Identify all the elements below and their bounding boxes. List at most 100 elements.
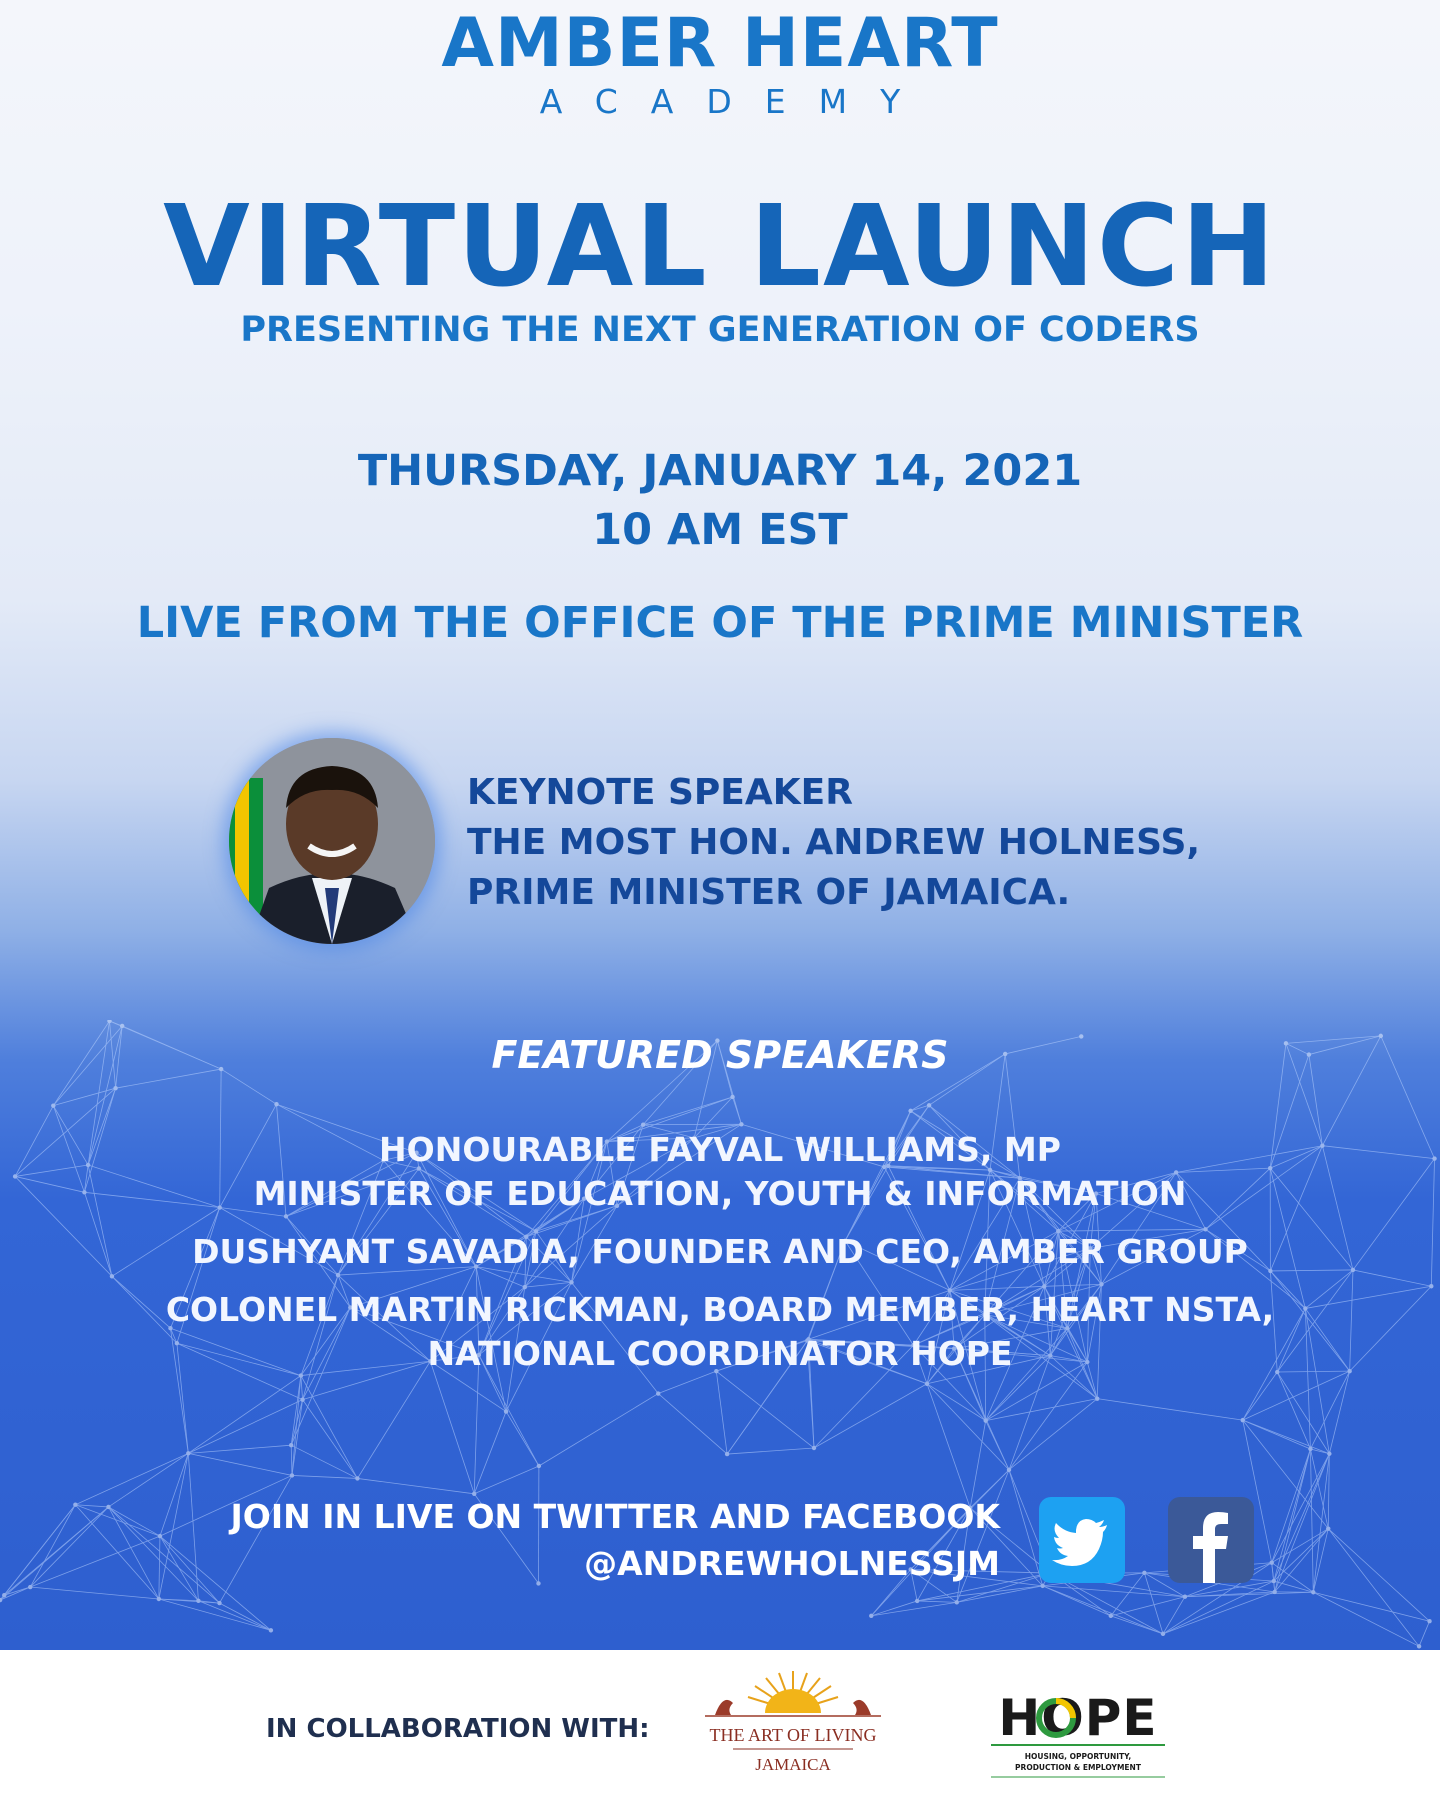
network-line [300,1375,303,1400]
network-node [1327,1451,1332,1456]
network-node [119,1023,125,1029]
network-node [268,1628,274,1633]
network-line [505,1411,540,1467]
network-line [716,1370,815,1449]
keynote-role: PRIME MINISTER OF JAMAICA. [467,872,1071,913]
network-node [536,1463,542,1469]
network-line [956,1585,1043,1603]
brand-name: AMBER HEART [441,4,999,83]
network-line [1242,1371,1278,1421]
network-line [1242,1370,1350,1421]
network-line [291,1444,358,1479]
network-node [217,1600,222,1606]
facebook-icon[interactable] [1168,1497,1254,1583]
hope-logo-tagline-1: HOUSING, OPPORTUNITY, [1025,1752,1132,1761]
network-line [473,1411,507,1494]
network-line [1271,1453,1330,1563]
network-node [1427,1619,1432,1624]
network-line [30,1586,159,1600]
keynote-heading: KEYNOTE SPEAKER [467,772,853,813]
hope-logo: HOPE HOUSING, OPPORTUNITY, PRODUCTION & … [985,1683,1171,1783]
network-line [926,1383,1010,1471]
network-node [1311,1590,1316,1595]
network-node [1108,1613,1114,1619]
network-line [357,1478,475,1495]
network-line [188,1452,293,1476]
join-live-text: JOIN IN LIVE ON TWITTER AND FACEBOOK [230,1497,1000,1536]
network-node [926,1103,932,1108]
hope-logo-word: HOPE [998,1689,1157,1747]
network-node [196,1598,201,1603]
network-line [1097,1398,1243,1421]
network-line [1044,1283,1102,1287]
network-node [641,1122,646,1127]
network-node [186,1451,191,1456]
network-line [474,1465,540,1495]
network-node [51,1103,56,1108]
event-poster: AMBER HEART ACADEMY VIRTUAL LAUNCH PRESE… [0,0,1440,1650]
network-node [1160,1631,1166,1637]
network-node [869,1613,874,1619]
network-line [291,1475,358,1479]
event-location: LIVE FROM THE OFFICE OF THE PRIME MINIST… [136,598,1304,648]
network-node [1272,1589,1277,1595]
speaker-line: DUSHYANT SAVADIA, FOUNDER AND CEO, AMBER… [192,1232,1248,1271]
network-line [1313,1591,1430,1622]
network-node [73,1502,78,1507]
event-tagline: PRESENTING THE NEXT GENERATION OF CODERS [240,310,1200,350]
network-node [1142,1570,1147,1576]
network-line [300,1375,358,1479]
hope-logo-tagline-2: PRODUCTION & EMPLOYMENT [1015,1763,1142,1772]
network-line [29,1504,76,1588]
network-node [355,1476,360,1481]
brand-subtitle: ACADEMY [539,82,934,121]
network-node [983,1418,988,1423]
network-node [1308,1446,1313,1452]
network-node [1182,1594,1188,1599]
featured-speakers-heading: FEATURED SPEAKERS [491,1033,949,1077]
social-handle[interactable]: @ANDREWHOLNESSJM [120,1542,1000,1586]
network-line [1310,1448,1314,1593]
network-node [569,1280,574,1285]
network-line [524,1281,572,1288]
network-line [1110,1596,1186,1617]
network-node [2,1592,7,1598]
network-line [291,1399,303,1476]
art-of-living-logo: THE ART OF LIVING JAMAICA [693,1663,893,1788]
network-line [1273,1580,1314,1593]
network-line [3,1504,76,1596]
network-line [1162,1580,1274,1635]
network-line [4,1586,31,1596]
network-node [288,1442,294,1448]
keynote-speaker-photo [229,738,435,944]
network-line [732,1096,742,1125]
network-line [219,1602,272,1631]
speaker-line: COLONEL MARTIN RICKMAN, BOARD MEMBER, HE… [165,1290,1275,1329]
network-line [4,1506,109,1596]
network-node [739,1122,744,1127]
network-node [924,1381,930,1386]
speaker-line: HONOURABLE FAYVAL WILLIAMS, MP [379,1130,1061,1169]
speaker-line: MINISTER OF EDUCATION, YOUTH & INFORMATI… [253,1174,1187,1213]
speaker-line: NATIONAL COORDINATOR HOPE [427,1334,1013,1373]
network-node [1095,1396,1100,1401]
network-node [656,1391,661,1396]
network-node [1326,1526,1331,1531]
twitter-icon[interactable] [1039,1497,1125,1583]
network-line [1328,1371,1351,1454]
network-line [357,1361,431,1479]
network-line [1271,1448,1311,1563]
network-node [300,1397,305,1402]
network-line [727,1447,815,1455]
network-line [1042,1585,1164,1635]
event-time: 10 AM EST [592,505,848,555]
network-line [429,1361,475,1494]
network-node [274,1101,279,1107]
network-line [188,1375,302,1454]
aol-logo-subtext: JAMAICA [755,1755,831,1774]
network-line [1327,1528,1420,1647]
network-line [538,1393,659,1467]
network-node [730,1094,735,1100]
network-line [158,1598,272,1631]
network-node [503,1409,509,1414]
